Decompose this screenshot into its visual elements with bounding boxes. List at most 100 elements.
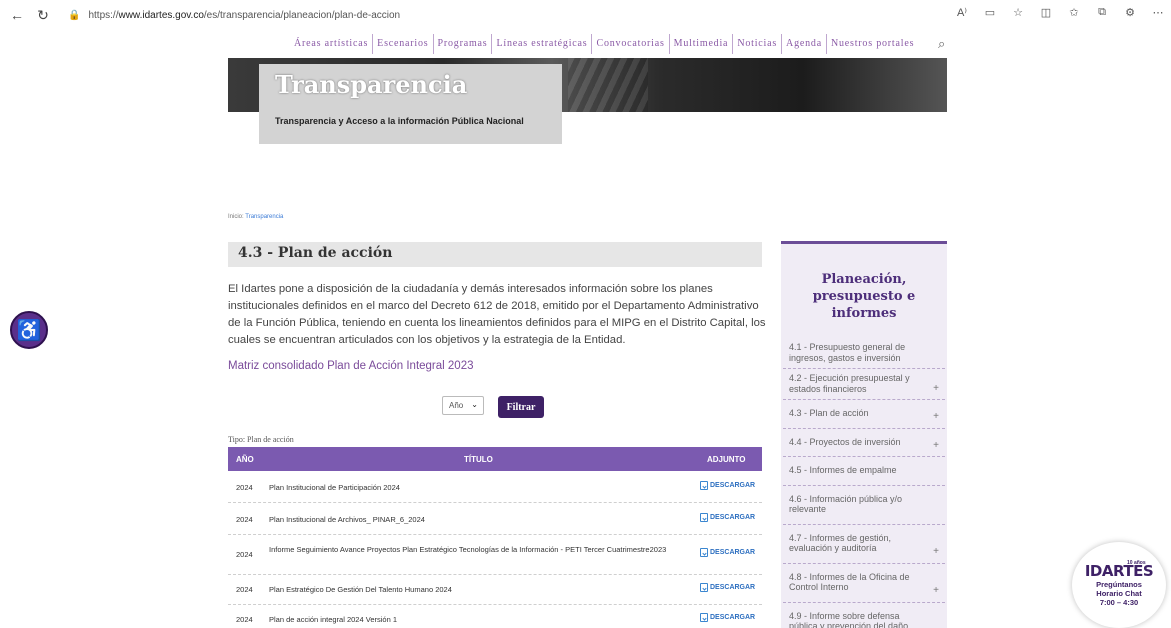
breadcrumb-home[interactable]: Inicio xyxy=(228,214,242,220)
accessibility-icon[interactable]: ♿ xyxy=(10,311,48,349)
year-select[interactable]: Año ⌄ xyxy=(442,396,484,415)
browser-toolbar: ← ↻ 🔒 https://www.idartes.gov.co/es/tran… xyxy=(0,0,1171,30)
chat-line-hours: 7:00 – 4:30 xyxy=(1099,598,1139,607)
favorites-bar-icon[interactable]: ✩ xyxy=(1065,6,1083,19)
chat-widget[interactable]: 10 años IDARTES Pregúntanos Horario Chat… xyxy=(1072,542,1166,628)
table-row: 2024 Plan Institucional de Participación… xyxy=(228,471,762,503)
table-row: 2024 Informe Seguimiento Avance Proyecto… xyxy=(228,535,762,575)
column-header-year: AÑO xyxy=(236,455,254,464)
sidebar-item-4-3[interactable]: 4.3 - Plan de acción + xyxy=(783,400,945,429)
download-link[interactable]: DESCARGAR xyxy=(700,513,755,522)
sidebar-item-4-1[interactable]: 4.1 - Presupuesto general de ingresos, g… xyxy=(783,338,945,369)
nav-item-portales[interactable]: Nuestros portales xyxy=(827,34,918,54)
nav-item-escenarios[interactable]: Escenarios xyxy=(373,34,434,54)
row-title: Plan de acción integral 2024 Versión 1 xyxy=(269,615,398,624)
expand-icon[interactable]: + xyxy=(933,585,939,597)
extension-icon[interactable]: ⚙ xyxy=(1121,6,1139,19)
table-row: 2024 Plan Institucional de Archivos_ PIN… xyxy=(228,503,762,535)
nav-item-lineas[interactable]: Líneas estratégicas xyxy=(492,34,593,54)
nav-item-multimedia[interactable]: Multimedia xyxy=(670,34,734,54)
idartes-logo: IDARTES xyxy=(1084,562,1154,580)
row-year: 2024 xyxy=(236,585,253,594)
chat-line-ask: Pregúntanos xyxy=(1096,580,1142,589)
file-download-icon xyxy=(700,513,708,522)
sidebar-item-label: 4.5 - Informes de empalme xyxy=(789,465,897,475)
nav-item-convocatorias[interactable]: Convocatorias xyxy=(592,34,670,54)
year-select-value: Año xyxy=(449,401,464,410)
download-link[interactable]: DESCARGAR xyxy=(700,548,755,557)
row-year: 2024 xyxy=(236,615,253,624)
download-link[interactable]: DESCARGAR xyxy=(700,481,755,490)
table-row: 2024 Plan Estratégico De Gestión Del Tal… xyxy=(228,575,762,605)
split-screen-icon[interactable]: ◫ xyxy=(1037,6,1055,19)
expand-icon[interactable]: + xyxy=(933,383,939,395)
download-label: DESCARGAR xyxy=(710,584,756,591)
anniversary-label: 10 años xyxy=(1127,560,1146,566)
breadcrumb-current[interactable]: Transparencia xyxy=(245,214,283,220)
sidebar-item-4-5[interactable]: 4.5 - Informes de empalme xyxy=(783,457,945,486)
table-row: 2024 Plan de acción integral 2024 Versió… xyxy=(228,605,762,628)
file-download-icon xyxy=(700,583,708,592)
table-header: AÑO TÍTULO ADJUNTO xyxy=(228,447,762,471)
sidebar-item-4-7[interactable]: 4.7 - Informes de gestión, evaluación y … xyxy=(783,525,945,564)
back-icon[interactable]: ← xyxy=(8,6,26,24)
nav-item-noticias[interactable]: Noticias xyxy=(733,34,783,54)
sidebar-item-label: 4.9 - Informe sobre defensa pública y pr… xyxy=(789,610,909,628)
page-title: Transparencia xyxy=(275,70,468,99)
sidebar-item-label: 4.6 - Información pública y/o relevante xyxy=(789,493,903,515)
column-header-title: TÍTULO xyxy=(464,455,493,464)
search-icon[interactable]: ⌕ xyxy=(938,36,945,52)
section-title: 4.3 - Plan de acción xyxy=(238,245,393,261)
sidebar-list: 4.1 - Presupuesto general de ingresos, g… xyxy=(781,338,947,628)
row-title: Plan Estratégico De Gestión Del Talento … xyxy=(269,585,452,594)
sidebar-item-4-4[interactable]: 4.4 - Proyectos de inversión + xyxy=(783,429,945,457)
sidebar-item-4-6[interactable]: 4.6 - Información pública y/o relevante xyxy=(783,486,945,525)
immersive-reader-icon[interactable]: ▭ xyxy=(981,6,999,19)
sidebar-item-4-8[interactable]: 4.8 - Informes de la Oficina de Control … xyxy=(783,564,945,603)
row-year: 2024 xyxy=(236,515,253,524)
row-title: Plan Institucional de Participación 2024 xyxy=(269,483,400,492)
read-aloud-icon[interactable]: A⁾ xyxy=(953,6,971,19)
file-download-icon xyxy=(700,481,708,490)
sidebar-title: Planeación, presupuesto e informes xyxy=(812,272,916,321)
nav-item-programas[interactable]: Programas xyxy=(434,34,493,54)
favorite-icon[interactable]: ☆ xyxy=(1009,6,1027,19)
address-bar[interactable]: 🔒 https://www.idartes.gov.co/es/transpar… xyxy=(68,10,400,21)
file-download-icon xyxy=(700,548,708,557)
chevron-down-icon: ⌄ xyxy=(471,400,478,409)
more-icon[interactable]: ⋯ xyxy=(1149,6,1167,19)
refresh-icon[interactable]: ↻ xyxy=(34,6,52,24)
download-label: DESCARGAR xyxy=(710,482,756,489)
intro-paragraph: El Idartes pone a disposición de la ciud… xyxy=(228,283,766,346)
collections-icon[interactable]: ⧉ xyxy=(1093,6,1111,19)
expand-icon[interactable]: + xyxy=(933,440,939,452)
expand-icon[interactable]: + xyxy=(933,546,939,558)
download-link[interactable]: DESCARGAR xyxy=(700,583,755,592)
nav-item-agenda[interactable]: Agenda xyxy=(782,34,827,54)
download-label: DESCARGAR xyxy=(710,614,756,621)
matrix-link[interactable]: Matriz consolidado Plan de Acción Integr… xyxy=(228,360,474,372)
browser-actions: A⁾ ▭ ☆ ◫ ✩ ⧉ ⚙ ⋯ xyxy=(953,6,1167,19)
lock-icon[interactable]: 🔒 xyxy=(68,10,80,21)
column-header-attachment: ADJUNTO xyxy=(707,455,746,464)
row-title: Plan Institucional de Archivos_ PINAR_6_… xyxy=(269,515,425,524)
page-subtitle: Transparencia y Acceso a la información … xyxy=(275,116,524,126)
sidebar-item-label: 4.7 - Informes de gestión, evaluación y … xyxy=(789,532,892,554)
file-download-icon xyxy=(700,613,708,622)
type-label: Tipo: Plan de acción xyxy=(228,435,294,444)
nav-item-areas[interactable]: Áreas artísticas xyxy=(290,34,374,54)
download-label: DESCARGAR xyxy=(710,549,756,556)
download-link[interactable]: DESCARGAR xyxy=(700,613,755,622)
sidebar-item-4-2[interactable]: 4.2 - Ejecución presupuestal y estados f… xyxy=(783,369,945,400)
url-text[interactable]: https://www.idartes.gov.co/es/transparen… xyxy=(88,10,400,21)
sidebar-item-4-9[interactable]: 4.9 - Informe sobre defensa pública y pr… xyxy=(783,603,945,628)
sidebar-item-label: 4.2 - Ejecución presupuestal y estados f… xyxy=(789,373,910,394)
filter-button[interactable]: Filtrar xyxy=(498,396,544,418)
chat-line-schedule: Horario Chat xyxy=(1096,589,1142,598)
row-year: 2024 xyxy=(236,550,253,559)
download-label: DESCARGAR xyxy=(710,514,756,521)
row-title: Informe Seguimiento Avance Proyectos Pla… xyxy=(269,545,667,554)
expand-icon[interactable]: + xyxy=(933,411,939,423)
site-navigation: Áreas artísticas Escenarios Programas Lí… xyxy=(290,33,918,55)
sidebar: Planeación, presupuesto e informes 4.1 -… xyxy=(781,241,947,628)
